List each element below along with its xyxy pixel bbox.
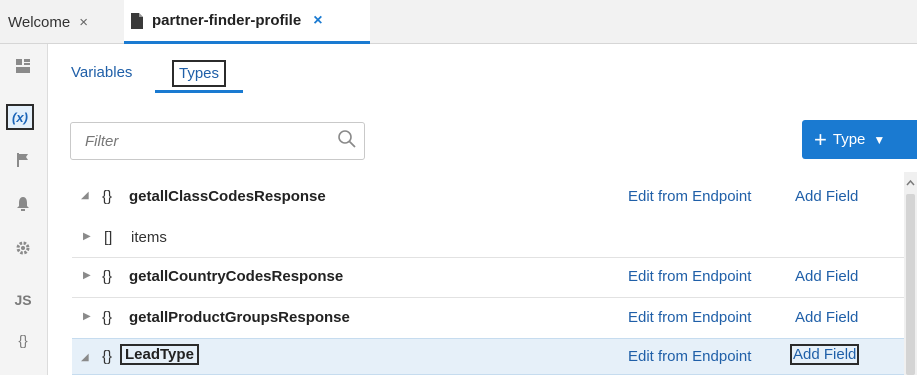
type-name: getallClassCodesResponse: [129, 188, 326, 205]
tab-variables[interactable]: Variables: [71, 64, 132, 81]
file-icon: [130, 12, 144, 29]
tab-welcome[interactable]: Welcome ×: [8, 0, 88, 44]
array-icon: []: [104, 229, 113, 246]
collapse-triangle-icon[interactable]: ◢: [81, 190, 91, 202]
vertical-scrollbar[interactable]: [904, 172, 917, 375]
type-row[interactable]: ◢ {} getallClassCodesResponse Edit from …: [72, 180, 904, 214]
types-icon[interactable]: {}: [8, 326, 38, 354]
add-field-link[interactable]: Add Field: [795, 309, 858, 326]
variables-icon[interactable]: (x): [6, 104, 34, 130]
edit-from-endpoint-link[interactable]: Edit from Endpoint: [628, 348, 751, 365]
add-type-label: Type: [832, 131, 866, 148]
edit-from-endpoint-link[interactable]: Edit from Endpoint: [628, 188, 751, 205]
js-icon[interactable]: JS: [8, 286, 38, 314]
palette-icon[interactable]: [8, 52, 38, 80]
collapse-triangle-icon[interactable]: ◢: [81, 352, 91, 364]
field-name: items: [131, 229, 167, 246]
caret-down-icon: ▼: [873, 132, 886, 147]
add-type-button[interactable]: + Type ▼: [802, 120, 917, 159]
tab-types-indicator: [155, 90, 243, 93]
edit-from-endpoint-link[interactable]: Edit from Endpoint: [628, 268, 751, 285]
scroll-up-icon[interactable]: [904, 176, 917, 188]
object-icon: {}: [102, 188, 113, 205]
type-name: LeadType: [120, 344, 199, 365]
expand-triangle-icon[interactable]: ▶: [83, 231, 93, 243]
left-rail: (x) JS {}: [0, 44, 48, 375]
filter-input[interactable]: [83, 132, 327, 151]
scrollbar-thumb[interactable]: [906, 194, 915, 375]
add-field-link[interactable]: Add Field: [795, 268, 858, 285]
add-field-link[interactable]: Add Field: [790, 344, 860, 365]
plus-icon: +: [814, 126, 827, 152]
editor-tab-bar: Welcome × partner-finder-profile ×: [0, 0, 917, 44]
object-icon: {}: [102, 268, 113, 285]
tab-types[interactable]: Types: [172, 60, 227, 87]
tab-active-label: partner-finder-profile: [152, 12, 302, 29]
type-child-row[interactable]: ▶ [] items: [72, 221, 904, 255]
row-divider: [72, 257, 904, 258]
bell-icon[interactable]: [8, 190, 38, 218]
expand-triangle-icon[interactable]: ▶: [83, 311, 93, 323]
row-divider: [72, 297, 904, 298]
tab-welcome-label: Welcome: [8, 13, 71, 31]
type-name: getallProductGroupsResponse: [129, 309, 350, 326]
object-icon: {}: [102, 309, 113, 326]
close-icon[interactable]: ×: [79, 14, 88, 31]
flag-icon[interactable]: [8, 146, 38, 174]
object-icon: {}: [102, 348, 113, 365]
edit-from-endpoint-link[interactable]: Edit from Endpoint: [628, 309, 751, 326]
close-icon[interactable]: ×: [313, 12, 322, 30]
expand-triangle-icon[interactable]: ▶: [83, 270, 93, 282]
search-icon[interactable]: [336, 128, 358, 152]
type-name: getallCountryCodesResponse: [129, 268, 344, 285]
gear-icon[interactable]: [8, 234, 38, 262]
tab-partner-finder-profile[interactable]: partner-finder-profile ×: [124, 0, 370, 44]
filter-box: [70, 122, 365, 160]
type-row-selected[interactable]: ◢ {} LeadType Edit from Endpoint Add Fie…: [72, 338, 904, 375]
add-field-link[interactable]: Add Field: [795, 188, 858, 205]
type-row[interactable]: ▶ {} getallProductGroupsResponse Edit fr…: [72, 301, 904, 335]
type-row[interactable]: ▶ {} getallCountryCodesResponse Edit fro…: [72, 260, 904, 294]
